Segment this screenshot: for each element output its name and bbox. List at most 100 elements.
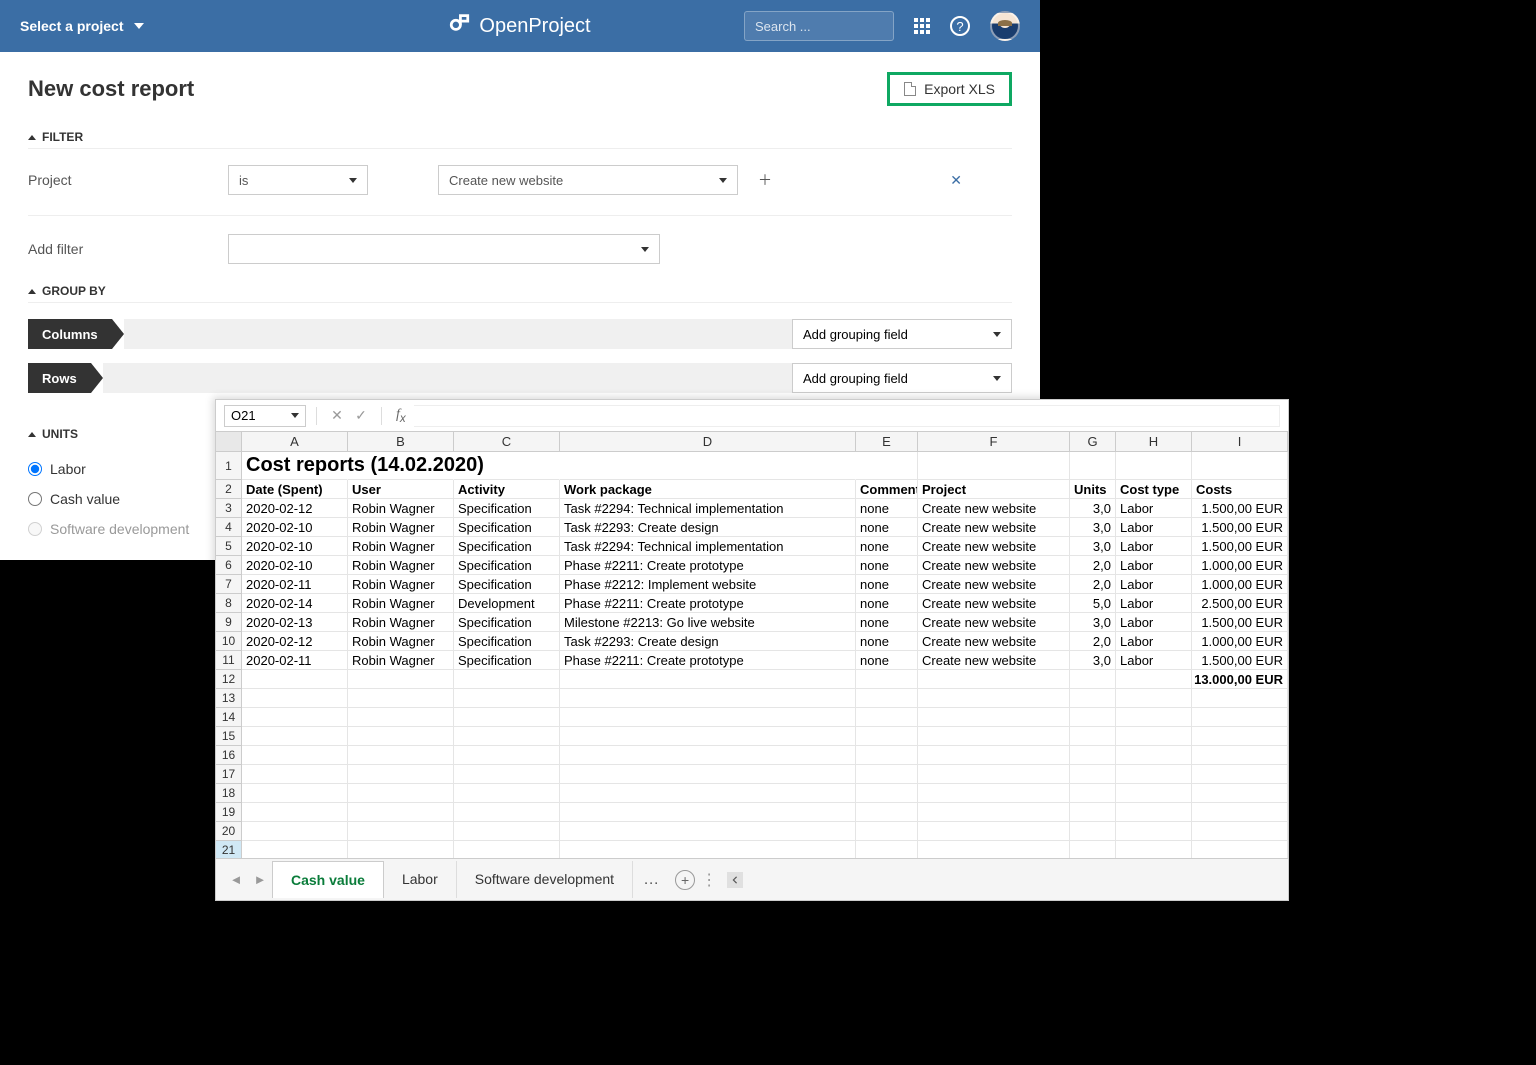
cell[interactable] <box>1070 708 1116 727</box>
cell[interactable]: User <box>348 480 454 499</box>
cell[interactable]: 2020-02-12 <box>242 632 348 651</box>
cell[interactable] <box>242 689 348 708</box>
cell[interactable]: Milestone #2213: Go live website <box>560 613 856 632</box>
cell[interactable]: Create new website <box>918 575 1070 594</box>
cell[interactable] <box>348 841 454 859</box>
cell[interactable]: 2020-02-10 <box>242 518 348 537</box>
cell[interactable] <box>454 689 560 708</box>
cell[interactable]: Phase #2212: Implement website <box>560 575 856 594</box>
cell[interactable] <box>454 708 560 727</box>
user-avatar[interactable] <box>990 11 1020 41</box>
cell[interactable] <box>856 670 918 689</box>
cell[interactable] <box>348 708 454 727</box>
sheet-tab[interactable]: Labor <box>384 861 457 898</box>
cell[interactable]: 1.500,00 EUR <box>1192 518 1288 537</box>
cell[interactable] <box>1192 784 1288 803</box>
cell[interactable]: Specification <box>454 575 560 594</box>
cell[interactable]: 5,0 <box>1070 594 1116 613</box>
cell[interactable]: none <box>856 575 918 594</box>
cell[interactable]: Specification <box>454 499 560 518</box>
cell[interactable] <box>348 822 454 841</box>
cell[interactable] <box>1116 784 1192 803</box>
cell[interactable] <box>1070 452 1116 480</box>
cell[interactable]: Development <box>454 594 560 613</box>
accept-icon[interactable]: ✓ <box>351 406 371 426</box>
help-icon[interactable]: ? <box>950 16 970 36</box>
cell[interactable] <box>1070 670 1116 689</box>
cell[interactable] <box>1192 452 1288 480</box>
cell[interactable] <box>856 727 918 746</box>
cell[interactable] <box>1070 727 1116 746</box>
cell[interactable] <box>918 727 1070 746</box>
cell[interactable] <box>560 822 856 841</box>
cell[interactable]: Units <box>1070 480 1116 499</box>
sheet-tab[interactable]: Software development <box>457 861 633 898</box>
cell[interactable]: 1.500,00 EUR <box>1192 499 1288 518</box>
cell[interactable] <box>918 822 1070 841</box>
cell[interactable] <box>454 765 560 784</box>
add-sheet-button[interactable]: + <box>675 870 695 890</box>
cell[interactable]: 1.000,00 EUR <box>1192 632 1288 651</box>
cell[interactable]: none <box>856 518 918 537</box>
cell[interactable]: Work package <box>560 480 856 499</box>
cell[interactable]: Task #2293: Create design <box>560 518 856 537</box>
row-header[interactable]: 6 <box>216 556 242 575</box>
row-header[interactable]: 14 <box>216 708 242 727</box>
cell[interactable]: Labor <box>1116 575 1192 594</box>
cell[interactable]: none <box>856 537 918 556</box>
cell[interactable] <box>348 670 454 689</box>
row-header[interactable]: 12 <box>216 670 242 689</box>
cell[interactable] <box>1192 727 1288 746</box>
cell[interactable]: 3,0 <box>1070 651 1116 670</box>
name-box[interactable]: O21 <box>224 405 306 427</box>
cell[interactable]: Project <box>918 480 1070 499</box>
row-header[interactable]: 16 <box>216 746 242 765</box>
col-header[interactable]: B <box>348 432 454 451</box>
cell[interactable]: Labor <box>1116 632 1192 651</box>
cell[interactable]: 2,0 <box>1070 575 1116 594</box>
cell[interactable]: 2.500,00 EUR <box>1192 594 1288 613</box>
row-header[interactable]: 8 <box>216 594 242 613</box>
cell[interactable] <box>856 708 918 727</box>
cell[interactable] <box>856 822 918 841</box>
row-header[interactable]: 4 <box>216 518 242 537</box>
cell[interactable] <box>454 452 560 480</box>
cell[interactable]: 3,0 <box>1070 499 1116 518</box>
cell[interactable] <box>918 689 1070 708</box>
cell[interactable] <box>1070 841 1116 859</box>
cell[interactable] <box>242 727 348 746</box>
cell[interactable] <box>918 708 1070 727</box>
cell[interactable]: 1.500,00 EUR <box>1192 613 1288 632</box>
cell[interactable]: 1.000,00 EUR <box>1192 556 1288 575</box>
cell[interactable]: Labor <box>1116 613 1192 632</box>
cell[interactable]: Activity <box>454 480 560 499</box>
filter-operator-select[interactable]: is <box>228 165 368 195</box>
cell[interactable]: Task #2294: Technical implementation <box>560 537 856 556</box>
cell[interactable] <box>454 803 560 822</box>
cell[interactable] <box>454 670 560 689</box>
cell[interactable] <box>454 746 560 765</box>
cell[interactable] <box>1116 689 1192 708</box>
cell[interactable]: Labor <box>1116 537 1192 556</box>
cell[interactable]: 2020-02-12 <box>242 499 348 518</box>
cell[interactable] <box>1192 803 1288 822</box>
cell[interactable] <box>1116 452 1192 480</box>
cell[interactable]: Robin Wagner <box>348 594 454 613</box>
spreadsheet-grid[interactable]: ABCDEFGHI1Cost reports (14.02.2020)2Date… <box>216 432 1288 859</box>
apps-icon[interactable] <box>914 18 930 34</box>
cell[interactable]: Create new website <box>918 499 1070 518</box>
cell[interactable]: Specification <box>454 556 560 575</box>
cell[interactable]: 2020-02-14 <box>242 594 348 613</box>
cell[interactable] <box>560 670 856 689</box>
columns-drop-area[interactable] <box>124 319 792 349</box>
cell[interactable]: none <box>856 651 918 670</box>
cell[interactable]: 2020-02-10 <box>242 537 348 556</box>
cell[interactable]: Cost type <box>1116 480 1192 499</box>
cell[interactable] <box>1116 670 1192 689</box>
col-header[interactable]: C <box>454 432 560 451</box>
cell[interactable] <box>454 784 560 803</box>
cell[interactable]: Create new website <box>918 613 1070 632</box>
cell[interactable]: Labor <box>1116 651 1192 670</box>
row-header[interactable]: 21 <box>216 841 242 859</box>
tab-drag-handle[interactable]: ⋮ <box>695 870 723 890</box>
